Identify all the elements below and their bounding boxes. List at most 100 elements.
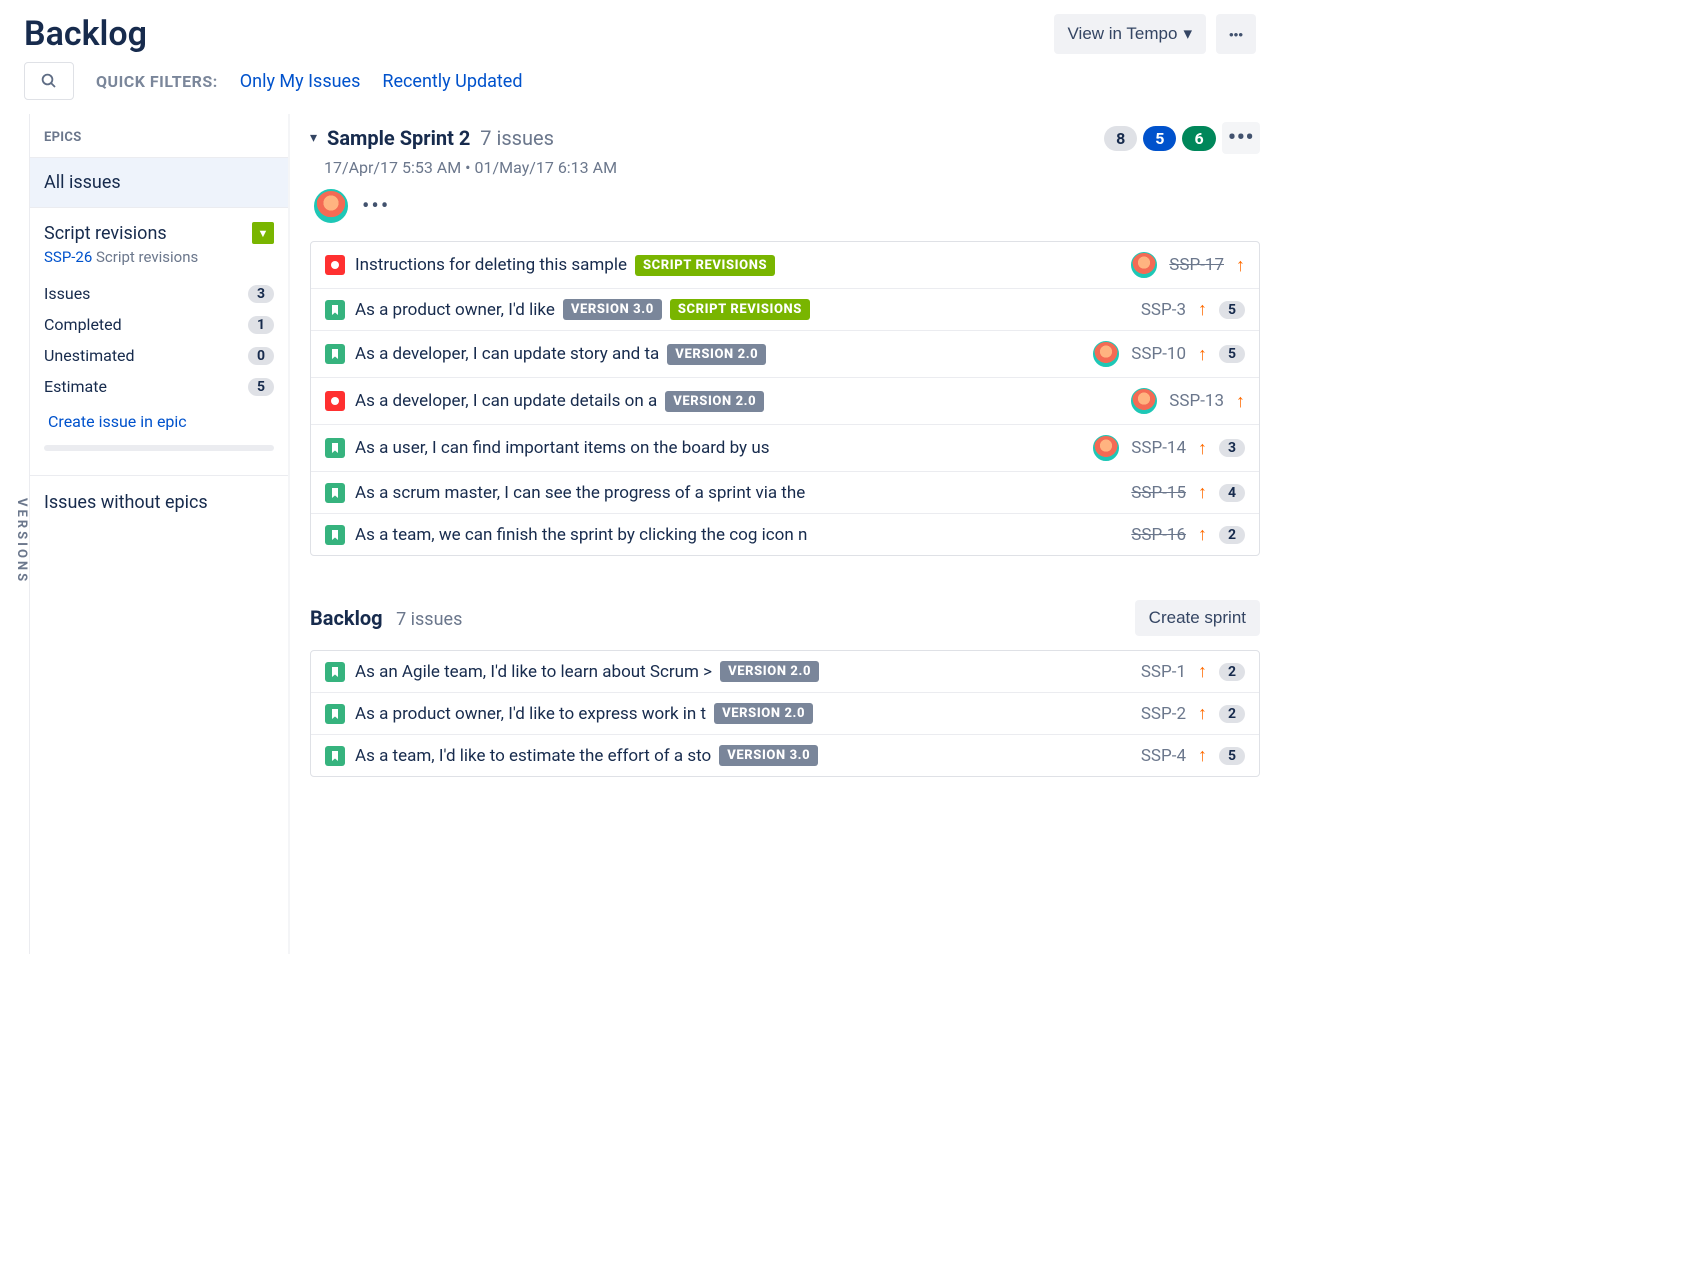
epic-dropdown-button[interactable]: ▼ [252, 222, 274, 244]
status-pill-done: 6 [1182, 126, 1215, 151]
epics-without-epics[interactable]: Issues without epics [30, 475, 288, 529]
issue-key[interactable]: SSP-14 [1131, 438, 1186, 458]
issue-summary: As a scrum master, I can see the progres… [355, 483, 805, 503]
versions-tab[interactable]: VERSIONS [0, 114, 30, 954]
sprint-dates: 17/Apr/17 5:53 AM • 01/May/17 6:13 AM [324, 158, 1260, 177]
issue-tag: VERSION 2.0 [665, 391, 764, 412]
status-pill-todo: 8 [1104, 126, 1137, 151]
caret-down-icon: ▾ [1183, 24, 1192, 44]
view-in-tempo-button[interactable]: View in Tempo ▾ [1054, 14, 1206, 54]
more-icon: ••• [1229, 27, 1243, 42]
issue-row[interactable]: Instructions for deleting this sample SCR… [311, 242, 1259, 289]
quick-filters-label: QUICK FILTERS: [96, 72, 218, 91]
backlog-issue-list: As an Agile team, I'd like to learn abou… [310, 650, 1260, 777]
epic-key-text: Script revisions [96, 248, 198, 266]
caret-down-icon: ▼ [258, 227, 269, 240]
issue-key[interactable]: SSP-17 [1169, 255, 1224, 275]
story-points: 2 [1219, 705, 1245, 723]
story-icon [325, 525, 345, 545]
epic-stat-value: 5 [248, 378, 274, 396]
issue-summary: As a developer, I can update details on … [355, 391, 657, 411]
issue-key[interactable]: SSP-3 [1141, 300, 1186, 320]
story-icon [325, 746, 345, 766]
story-points: 5 [1219, 747, 1245, 765]
priority-icon: ↑ [1236, 391, 1245, 412]
issue-tag: SCRIPT REVISIONS [635, 255, 775, 276]
priority-icon: ↑ [1198, 344, 1207, 365]
issue-key[interactable]: SSP-2 [1141, 704, 1186, 724]
search-button[interactable] [24, 62, 74, 100]
priority-icon: ↑ [1236, 255, 1245, 276]
issue-summary: As a team, we can finish the sprint by c… [355, 525, 807, 545]
assignee-avatar[interactable] [1093, 341, 1119, 367]
epic-item-selected[interactable]: Script revisions ▼ SSP-26 Script revisio… [30, 208, 288, 475]
issue-row[interactable]: As a product owner, I'd like VERSION 3.0 S… [311, 289, 1259, 331]
search-icon [40, 72, 58, 90]
create-issue-in-epic-link[interactable]: Create issue in epic [44, 402, 274, 441]
epic-stat-value: 3 [248, 285, 274, 303]
assignee-avatar[interactable] [1131, 388, 1157, 414]
story-icon [325, 344, 345, 364]
issue-row[interactable]: As a scrum master, I can see the progres… [311, 472, 1259, 514]
status-pill-inprogress: 5 [1143, 126, 1176, 151]
issue-row[interactable]: As a team, I'd like to estimate the effo… [311, 735, 1259, 776]
issue-key[interactable]: SSP-15 [1131, 483, 1186, 503]
issue-summary: As a developer, I can update story and t… [355, 344, 659, 364]
issue-tag: VERSION 3.0 [563, 299, 662, 320]
create-sprint-button[interactable]: Create sprint [1135, 600, 1260, 636]
epic-stat-label: Completed [44, 315, 122, 334]
sprint-issue-list: Instructions for deleting this sample SCR… [310, 241, 1260, 556]
issue-row[interactable]: As a developer, I can update story and t… [311, 331, 1259, 378]
sprint-title: Sample Sprint 2 [327, 126, 470, 150]
assignee-more-button[interactable]: ••• [362, 194, 390, 219]
issue-row[interactable]: As a user, I can find important items on… [311, 425, 1259, 472]
issue-row[interactable]: As an Agile team, I'd like to learn abou… [311, 651, 1259, 693]
issue-summary: As a product owner, I'd like [355, 300, 555, 320]
epic-stat-row: Completed 1 [44, 309, 274, 340]
priority-icon: ↑ [1198, 299, 1207, 320]
story-points: 5 [1219, 301, 1245, 319]
assignee-avatar[interactable] [1093, 435, 1119, 461]
issue-summary: As a team, I'd like to estimate the effo… [355, 746, 711, 766]
issue-summary: Instructions for deleting this sample [355, 255, 627, 275]
issue-key[interactable]: SSP-10 [1131, 344, 1186, 364]
issue-key[interactable]: SSP-13 [1169, 391, 1224, 411]
epics-all-issues[interactable]: All issues [30, 158, 288, 208]
issue-key[interactable]: SSP-4 [1141, 746, 1186, 766]
priority-icon: ↑ [1198, 524, 1207, 545]
epic-stat-row: Estimate 5 [44, 371, 274, 402]
bug-icon [325, 391, 345, 411]
assignee-avatar[interactable] [1131, 252, 1157, 278]
sprint-collapse-icon[interactable]: ▾ [310, 130, 317, 146]
story-icon [325, 438, 345, 458]
filter-only-my-issues[interactable]: Only My Issues [240, 71, 361, 92]
epic-stat-value: 1 [248, 316, 274, 334]
epic-stat-label: Unestimated [44, 346, 135, 365]
issue-row[interactable]: As a developer, I can update details on … [311, 378, 1259, 425]
epic-stat-row: Issues 3 [44, 278, 274, 309]
story-icon [325, 300, 345, 320]
epic-stat-row: Unestimated0 [44, 340, 274, 371]
issue-key[interactable]: SSP-1 [1141, 662, 1186, 682]
issue-tag: VERSION 3.0 [719, 745, 818, 766]
epic-key-link[interactable]: SSP-26 [44, 248, 92, 266]
story-icon [325, 662, 345, 682]
epic-stat-label: Issues [44, 284, 90, 303]
issue-tag: VERSION 2.0 [667, 344, 766, 365]
story-icon [325, 483, 345, 503]
more-icon: ••• [1228, 123, 1254, 153]
assignee-avatar[interactable] [314, 189, 348, 223]
issue-row[interactable]: As a product owner, I'd like to express … [311, 693, 1259, 735]
priority-icon: ↑ [1198, 482, 1207, 503]
epic-stat-label: Estimate [44, 377, 107, 396]
sprint-more-button[interactable]: ••• [1222, 122, 1260, 154]
issue-key[interactable]: SSP-16 [1131, 525, 1186, 545]
priority-icon: ↑ [1198, 703, 1207, 724]
filter-recently-updated[interactable]: Recently Updated [382, 71, 522, 92]
issue-summary: As a product owner, I'd like to express … [355, 704, 706, 724]
view-in-tempo-label: View in Tempo [1068, 24, 1178, 44]
story-points: 2 [1219, 663, 1245, 681]
issue-summary: As an Agile team, I'd like to learn abou… [355, 662, 712, 682]
issue-row[interactable]: As a team, we can finish the sprint by c… [311, 514, 1259, 555]
more-actions-button[interactable]: ••• [1216, 14, 1256, 54]
